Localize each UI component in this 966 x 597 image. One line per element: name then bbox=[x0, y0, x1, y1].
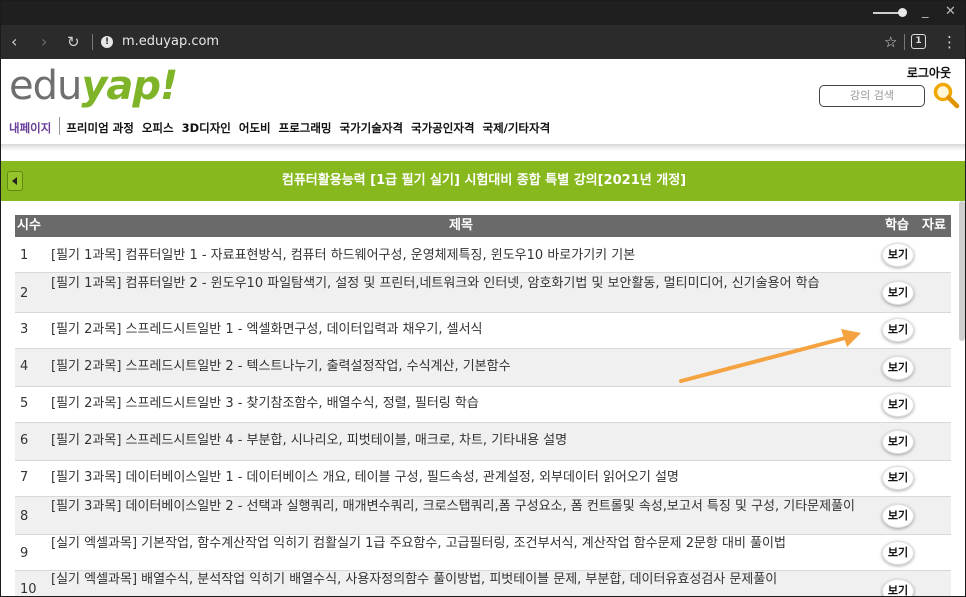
table-row: 7 [필기 3과목] 데이터베이스일반 1 - 데이터베이스 개요, 테이블 구… bbox=[15, 461, 951, 497]
menu-item-mypage[interactable]: 내페이지 bbox=[9, 121, 51, 135]
menu-item-premium[interactable]: 프리미엄 과정 bbox=[66, 121, 133, 135]
address-bar[interactable]: m.eduyap.com bbox=[122, 34, 219, 50]
view-button[interactable]: 보기 bbox=[882, 356, 914, 380]
row-title[interactable]: [필기 3과목] 데이터베이스일반 2 - 선택과 실행쿼리, 매개변수쿼리, … bbox=[51, 499, 871, 515]
header-divider bbox=[1, 144, 965, 151]
site-info-icon[interactable]: ! bbox=[101, 36, 113, 48]
row-title[interactable]: [실기 엑셀과목] 배열수식, 분석작업 익히기 배열수식, 사용자정의함수 풀… bbox=[51, 572, 871, 588]
header-learn: 학습 bbox=[885, 218, 909, 233]
page-scrollbar[interactable] bbox=[959, 201, 965, 341]
row-number: 9 bbox=[20, 546, 29, 561]
logo-edu-text: edu bbox=[9, 63, 82, 109]
row-title[interactable]: [필기 3과목] 데이터베이스일반 1 - 데이터베이스 개요, 테이블 구성,… bbox=[51, 470, 871, 486]
table-row: 1 [필기 1과목] 컴퓨터일반 1 - 자료표현방식, 컴퓨터 하드웨어구성,… bbox=[15, 237, 951, 273]
row-title[interactable]: [필기 2과목] 스프레드시트일반 3 - 찾기참조함수, 배열수식, 정렬, … bbox=[51, 396, 871, 412]
table-row: 8 [필기 3과목] 데이터베이스일반 2 - 선택과 실행쿼리, 매개변수쿼리… bbox=[15, 497, 951, 535]
logout-link[interactable]: 로그아웃 bbox=[907, 64, 951, 81]
view-button[interactable]: 보기 bbox=[882, 318, 914, 342]
annotation-arrow bbox=[679, 329, 861, 383]
menu-item-international[interactable]: 국제/기타자격 bbox=[482, 121, 550, 135]
view-button[interactable]: 보기 bbox=[882, 541, 914, 565]
table-row: 6 [필기 2과목] 스프레드시트일반 4 - 부분합, 시나리오, 피벗테이블… bbox=[15, 423, 951, 461]
bookmark-star-icon[interactable]: ☆ bbox=[884, 33, 897, 51]
table-row: 9 [실기 엑셀과목] 기본작업, 함수계산작업 익히기 컴활실기 1급 주요함… bbox=[15, 535, 951, 571]
menu-item-national-technical[interactable]: 국가기술자격 bbox=[340, 121, 403, 135]
header-material: 자료 bbox=[922, 218, 946, 233]
menu-item-adobe[interactable]: 어도비 bbox=[239, 121, 271, 135]
more-menu-icon[interactable]: ⋮ bbox=[942, 33, 957, 51]
table-row: 2 [필기 1과목] 컴퓨터일반 2 - 윈도우10 파일탐색기, 설정 및 프… bbox=[15, 273, 951, 313]
menu-item-3d-design[interactable]: 3D디자인 bbox=[182, 121, 231, 135]
header-title: 제목 bbox=[449, 218, 473, 233]
row-number: 2 bbox=[20, 286, 29, 301]
row-number: 8 bbox=[20, 509, 29, 524]
row-title[interactable]: [필기 2과목] 스프레드시트일반 4 - 부분합, 시나리오, 피벗테이블, … bbox=[51, 433, 871, 449]
browser-toolbar: ‹ › ↻ ! m.eduyap.com ☆ 1 ⋮ bbox=[1, 25, 965, 59]
view-button[interactable]: 보기 bbox=[882, 504, 914, 528]
view-button[interactable]: 보기 bbox=[882, 393, 914, 417]
course-title: 컴퓨터활용능력 [1급 필기 실기] 시험대비 종합 특별 강의[2021년 개… bbox=[281, 173, 687, 188]
menu-separator bbox=[59, 117, 61, 135]
row-number: 7 bbox=[20, 470, 29, 485]
toolbar-divider bbox=[92, 34, 93, 50]
site-logo[interactable]: eduyap! bbox=[9, 61, 178, 111]
menu-item-programming[interactable]: 프로그래밍 bbox=[279, 121, 332, 135]
view-button[interactable]: 보기 bbox=[882, 466, 914, 490]
table-row: 5 [필기 2과목] 스프레드시트일반 3 - 찾기참조함수, 배열수식, 정렬… bbox=[15, 387, 951, 423]
lecture-table-header: 시수 제목 학습 자료 bbox=[15, 215, 951, 237]
row-number: 5 bbox=[20, 396, 29, 411]
menu-item-office[interactable]: 오피스 bbox=[142, 121, 174, 135]
search-icon[interactable] bbox=[932, 81, 960, 109]
row-number: 3 bbox=[20, 322, 29, 337]
view-button[interactable]: 보기 bbox=[882, 243, 914, 267]
table-row: 10 [실기 엑셀과목] 배열수식, 분석작업 익히기 배열수식, 사용자정의함… bbox=[15, 571, 951, 597]
view-button[interactable]: 보기 bbox=[882, 281, 914, 305]
menu-item-national-certified[interactable]: 국가공인자격 bbox=[411, 121, 474, 135]
row-number: 4 bbox=[20, 359, 29, 374]
view-button[interactable]: 보기 bbox=[882, 430, 914, 454]
forward-arrow-icon[interactable]: › bbox=[41, 33, 47, 51]
browser-window: _ ✕ ‹ › ↻ ! m.eduyap.com ☆ 1 ⋮ eduyap! 로… bbox=[0, 0, 966, 597]
back-arrow-icon[interactable]: ‹ bbox=[11, 33, 17, 51]
minimize-button[interactable]: _ bbox=[922, 5, 929, 19]
title-bar: _ ✕ bbox=[1, 1, 965, 25]
row-title[interactable]: [필기 1과목] 컴퓨터일반 2 - 윈도우10 파일탐색기, 설정 및 프린터… bbox=[51, 276, 871, 292]
header-no: 시수 bbox=[17, 218, 41, 233]
close-button[interactable]: ✕ bbox=[945, 5, 956, 19]
row-number: 6 bbox=[20, 433, 29, 448]
row-number: 10 bbox=[20, 582, 37, 597]
main-menu: 내페이지 프리미엄 과정 오피스 3D디자인 어도비 프로그래밍 국가기술자격 국가공인자격 국… bbox=[9, 117, 558, 135]
lecture-search-input[interactable]: 강의 검색 bbox=[819, 85, 925, 107]
row-number: 1 bbox=[20, 248, 29, 263]
logo-yap-text: yap! bbox=[81, 63, 178, 109]
row-title[interactable]: [실기 엑셀과목] 기본작업, 함수계산작업 익히기 컴활실기 1급 주요함수,… bbox=[51, 536, 871, 552]
row-title[interactable]: [필기 1과목] 컴퓨터일반 1 - 자료표현방식, 컴퓨터 하드웨어구성, 운… bbox=[51, 248, 871, 264]
toolbar-divider bbox=[904, 34, 905, 50]
tab-count-button[interactable]: 1 bbox=[911, 34, 926, 49]
zoom-slider-knob[interactable] bbox=[898, 8, 907, 17]
view-button[interactable]: 보기 bbox=[882, 579, 914, 596]
reload-icon[interactable]: ↻ bbox=[67, 33, 80, 51]
